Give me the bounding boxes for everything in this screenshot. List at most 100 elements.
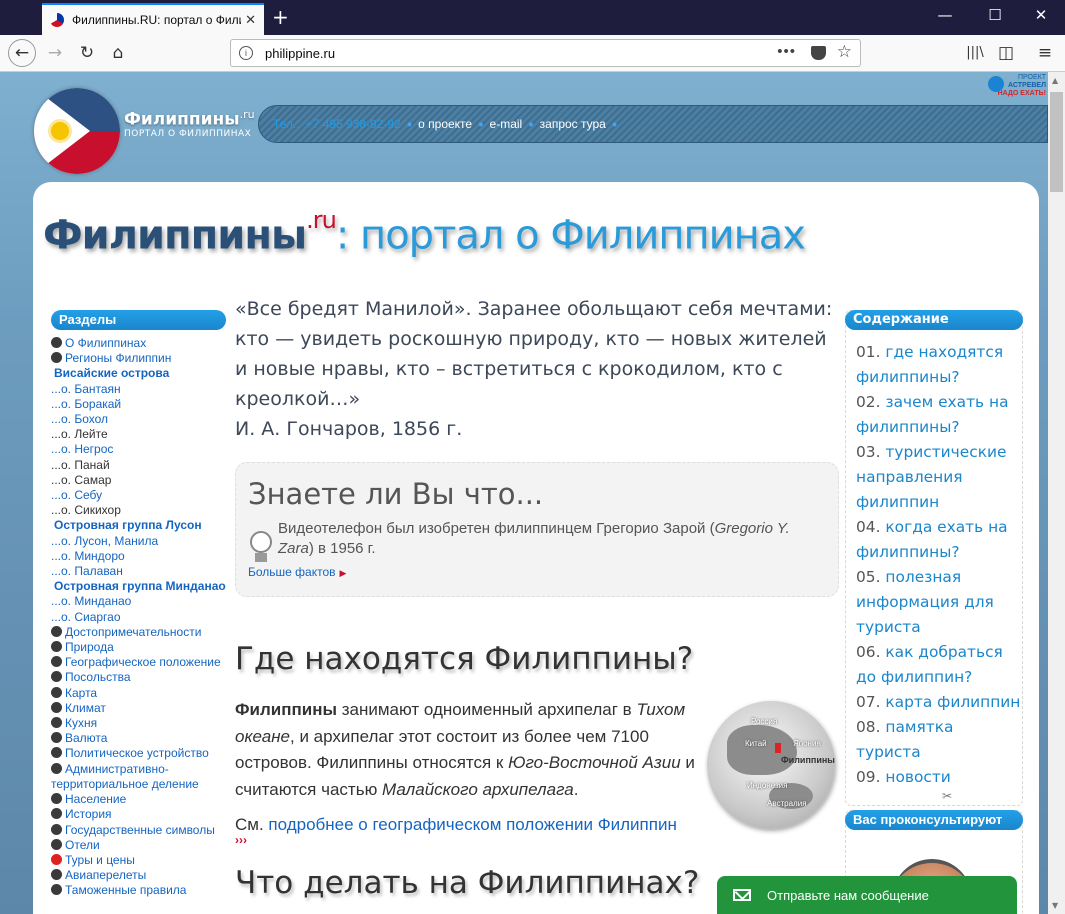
sidebar-item[interactable]: Островная группа Минданао [51,579,226,594]
url-text[interactable]: philippine.ru [265,46,335,61]
sidebar-link[interactable]: ...о. Лусон, Манила [51,534,158,548]
sidebar-item[interactable]: Посольства [51,670,226,685]
sidebar-link[interactable]: Кухня [65,716,97,730]
sidebar-item[interactable]: ...о. Минданао [51,594,226,609]
sidebar-item[interactable]: ...о. Бантаян [51,382,226,397]
sidebar-item[interactable]: ...о. Лусон, Манила [51,534,226,549]
sidebar-item[interactable]: Политическое устройство [51,746,226,761]
sidebar-link[interactable]: Государственные символы [65,823,215,837]
sidebar-link[interactable]: ...о. Боракай [51,397,121,411]
scroll-down-icon[interactable]: ▼ [1052,901,1058,910]
library-icon[interactable]: |||\ [962,41,988,67]
sidebar-link[interactable]: ...о. Негрос [51,442,113,456]
sidebar-item[interactable]: ...о. Миндоро [51,549,226,564]
sidebar-item[interactable]: ...о. Сикихор [51,503,226,518]
astravel-badge[interactable]: ПРОЕКТ АСТРЕВЕЛ НАДО ЕХАТЬ! [988,74,1046,102]
sidebar-link[interactable]: Административно-территориальное деление [51,762,199,791]
site-logo[interactable] [34,88,120,174]
sidebar-item[interactable]: Административно-территориальное деление [51,762,226,792]
sidebar-link[interactable]: Географическое положение [65,655,221,669]
minimize-icon[interactable]: — [930,6,960,24]
sidebar-link[interactable]: Таможенные правила [65,883,186,897]
sidebar-item[interactable]: Население [51,792,226,807]
tel-number[interactable]: +7 495 938-92-92 [306,117,401,131]
toc-item[interactable]: 04. когда ехать на филиппины? [856,515,1022,565]
link-about[interactable]: о проекте [418,117,472,131]
sidebar-link[interactable]: Политическое устройство [65,746,209,760]
sidebar-item[interactable]: ...о. Себу [51,488,226,503]
url-bar[interactable]: i philippine.ru ••• ☆ [230,39,861,67]
sidebar-link[interactable]: Авиаперелеты [65,868,146,882]
sidebar-item[interactable]: Государственные символы [51,823,226,838]
chat-label[interactable]: Отправьте нам сообщение [767,888,929,903]
page-actions-icon[interactable]: ••• [777,43,796,60]
scrollbar[interactable]: ▲ ▼ [1048,72,1065,914]
sidebar-item[interactable]: Авиаперелеты [51,868,226,883]
sidebar-item[interactable]: ...о. Палаван [51,564,226,579]
sidebar-link[interactable]: ...о. Миндоро [51,549,125,563]
sidebar-item[interactable]: ...о. Сиаргао [51,610,226,625]
back-icon[interactable]: ← [8,39,36,67]
globe-map[interactable]: Россия Китай Япония Филиппины Индонезия … [707,701,835,829]
sidebar-link[interactable]: Карта [65,686,97,700]
sidebar-link[interactable]: Достопримечательности [65,625,201,639]
toc-item[interactable]: 07. карта филиппин [856,690,1022,715]
sidebar-link[interactable]: ...о. Палаван [51,564,123,578]
sidebar-item[interactable]: Островная группа Лусон [51,518,226,533]
chat-widget[interactable]: Отправьте нам сообщение [717,876,1017,914]
maximize-icon[interactable]: ☐ [980,6,1010,24]
toc-item[interactable]: 01. где находятся филиппины? [856,340,1022,390]
sidebar-item[interactable]: ...о. Негрос [51,442,226,457]
menu-icon[interactable]: ≡ [1032,41,1058,67]
sidebar-item[interactable]: Достопримечательности [51,625,226,640]
sidebar-item[interactable]: Висайские острова [51,366,226,381]
sidebar-item[interactable]: Туры и цены [51,853,226,868]
brand[interactable]: Филиппины.ru ПОРТАЛ О ФИЛИППИНАХ [124,108,255,139]
sidebar-link[interactable]: Природа [65,640,114,654]
sidebar-item[interactable]: ...о. Боракай [51,397,226,412]
tab-active[interactable]: Филиппины.RU: портал о Филиппинах ✕ [42,3,264,35]
sidebar-link[interactable]: Туры и цены [65,853,135,867]
scroll-up-icon[interactable]: ▲ [1052,76,1058,85]
scroll-thumb[interactable] [1050,92,1063,192]
pocket-icon[interactable] [811,46,826,60]
toc-item[interactable]: 02. зачем ехать на филиппины? [856,390,1022,440]
sidebar-item[interactable]: Отели [51,838,226,853]
sidebar-link[interactable]: Климат [65,701,106,715]
link-tour-request[interactable]: запрос тура [540,117,606,131]
sidebar-item[interactable]: Климат [51,701,226,716]
geo-link[interactable]: подробнее о географическом положении Фил… [268,815,676,834]
toc-item[interactable]: 05. полезная информация для туриста [856,565,1022,640]
toc-link[interactable]: новости [885,768,950,786]
sidebar-link[interactable]: История [65,807,112,821]
sidebar-item[interactable]: ...о. Лейте [51,427,226,442]
toc-item[interactable]: 03. туристические направления филиппин [856,440,1022,515]
sidebar-link[interactable]: ...о. Бантаян [51,382,121,396]
sidebar-item[interactable]: ...о. Панай [51,458,226,473]
sidebar-item[interactable]: История [51,807,226,822]
tab-close-icon[interactable]: ✕ [245,13,256,28]
sidebar-link[interactable]: ...о. Себу [51,488,102,502]
sidebar-link[interactable]: ...о. Бохол [51,412,108,426]
sidebar-link[interactable]: ...о. Сиаргао [51,610,121,624]
sidebar-link[interactable]: Валюта [65,731,107,745]
more-facts-link[interactable]: Больше фактов [248,565,336,579]
sidebar-link[interactable]: Население [65,792,126,806]
sidebar-link[interactable]: О Филиппинах [65,336,146,350]
sidebar-item[interactable]: Природа [51,640,226,655]
sidebar-item[interactable]: Кухня [51,716,226,731]
link-email[interactable]: e-mail [490,117,523,131]
toc-item[interactable]: 09. новости [856,765,1022,790]
more-facts[interactable]: Больше фактов ▶ [248,565,826,579]
sidebar-item[interactable]: О Филиппинах [51,336,226,351]
new-tab-icon[interactable]: + [272,5,289,29]
window-close-icon[interactable]: ✕ [1026,6,1056,24]
sidebar-item[interactable]: ...о. Самар [51,473,226,488]
sidebar-icon[interactable]: ◫ [993,41,1019,67]
sidebar-item[interactable]: ...о. Бохол [51,412,226,427]
bookmark-star-icon[interactable]: ☆ [837,42,852,62]
reload-icon[interactable]: ↻ [74,41,100,67]
sidebar-link[interactable]: Регионы Филиппин [65,351,171,365]
forward-icon[interactable]: → [42,41,68,67]
sidebar-item[interactable]: Валюта [51,731,226,746]
